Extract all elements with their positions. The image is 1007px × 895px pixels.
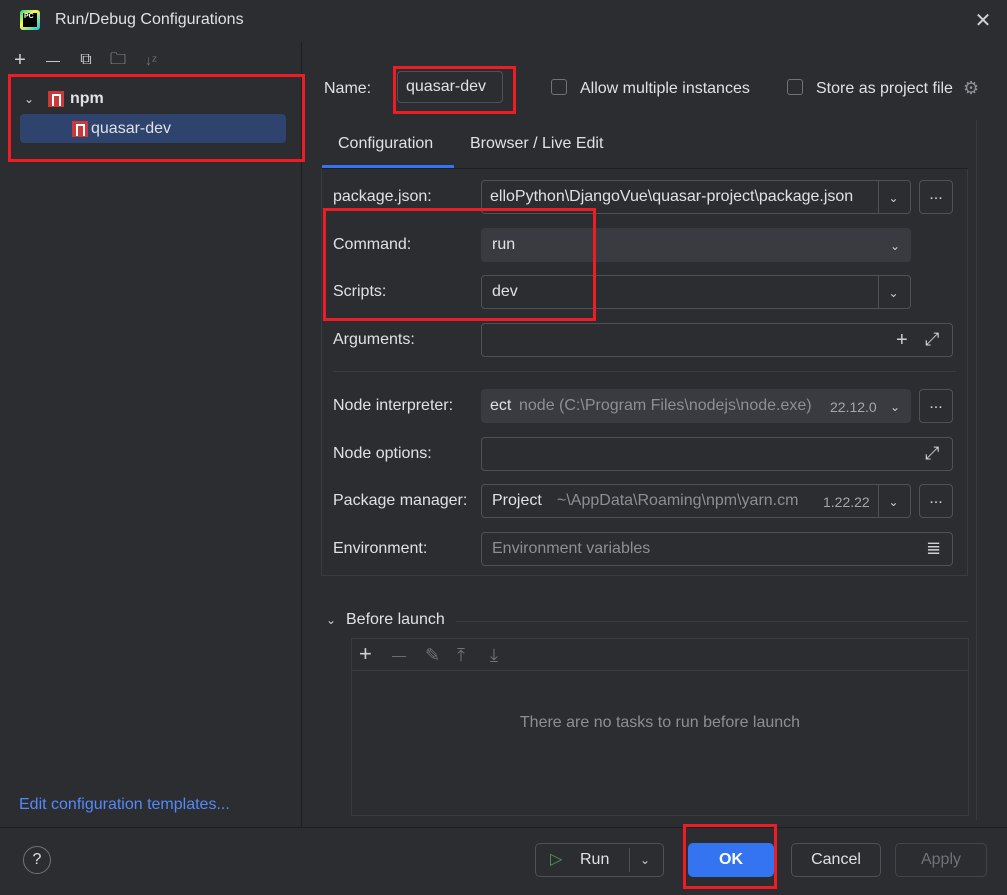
annotation-box-tree xyxy=(8,74,305,162)
package-json-value: elloPython\DjangoVue\quasar-project\pack… xyxy=(490,188,854,205)
store-as-project-label[interactable]: Store as project file xyxy=(816,80,953,98)
before-launch-toolbar-separator xyxy=(352,670,968,671)
package-manager-field[interactable]: Project ~\AppData\Roaming\npm\yarn.cm 1.… xyxy=(481,484,911,518)
package-json-label: package.json: xyxy=(333,188,432,205)
window-title: Run/Debug Configurations xyxy=(55,11,244,28)
name-label: Name: xyxy=(324,80,372,97)
gear-icon[interactable]: ⚙ xyxy=(963,78,983,98)
edit-task-icon[interactable]: ✎ xyxy=(425,645,440,666)
arguments-label: Arguments: xyxy=(333,331,415,348)
node-interpreter-version: 22.12.0 xyxy=(830,399,877,415)
run-button[interactable]: ▷ Run ⌄ xyxy=(535,843,664,877)
expand-icon[interactable]: ⤢ xyxy=(925,443,939,464)
pycharm-icon: PC xyxy=(20,10,40,30)
run-button-separator xyxy=(629,848,630,872)
expand-icon[interactable]: ⤢ xyxy=(925,329,939,350)
package-manager-path: ~\AppData\Roaming\npm\yarn.cm xyxy=(557,492,799,509)
package-manager-version: 1.22.22 xyxy=(823,494,870,510)
move-up-icon[interactable]: ⤒ xyxy=(457,645,465,666)
edit-templates-link[interactable]: Edit configuration templates... xyxy=(19,796,230,814)
cancel-button[interactable]: Cancel xyxy=(791,843,881,877)
allow-multiple-checkbox[interactable] xyxy=(551,79,567,95)
sort-icon[interactable]: ↓ᶻ xyxy=(141,50,161,70)
environment-editor-icon[interactable]: ≣ xyxy=(926,538,941,559)
close-icon[interactable]: ✕ xyxy=(972,10,994,32)
node-interpreter-prefix: ect xyxy=(490,397,512,414)
app-icon-text: PC xyxy=(23,13,37,27)
chevron-down-icon[interactable]: ⌄ xyxy=(878,485,908,517)
chevron-down-icon[interactable]: ⌄ xyxy=(880,390,910,422)
annotation-box-name xyxy=(393,66,516,114)
add-task-icon[interactable]: + xyxy=(359,641,372,667)
run-icon: ▷ xyxy=(550,851,563,868)
remove-task-icon[interactable]: — xyxy=(392,647,406,663)
environment-placeholder: Environment variables xyxy=(492,540,651,557)
chevron-down-icon[interactable]: ⌄ xyxy=(880,229,910,261)
annotation-box-command-scripts xyxy=(323,208,596,321)
scrollbar[interactable] xyxy=(976,120,985,820)
tab-configuration[interactable]: Configuration xyxy=(338,135,433,153)
section-divider xyxy=(333,371,956,372)
package-manager-label: Package manager: xyxy=(333,492,468,509)
remove-configuration-icon[interactable]: — xyxy=(43,50,63,70)
before-launch-label[interactable]: Before launch xyxy=(346,611,445,629)
tab-browser-live-edit[interactable]: Browser / Live Edit xyxy=(470,135,603,153)
node-options-input[interactable]: ⤢ xyxy=(481,437,953,471)
no-tasks-message: There are no tasks to run before launch xyxy=(519,714,801,731)
before-launch-separator xyxy=(456,621,968,622)
node-interpreter-label: Node interpreter: xyxy=(333,397,454,414)
annotation-box-ok xyxy=(683,824,777,889)
chevron-down-icon[interactable]: ⌄ xyxy=(878,276,908,308)
environment-input[interactable]: Environment variables ≣ xyxy=(481,532,953,566)
new-folder-icon[interactable]: 🗀 xyxy=(108,50,128,70)
chevron-down-icon[interactable]: ⌄ xyxy=(640,844,650,876)
node-interpreter-dropdown[interactable]: ect node (C:\Program Files\nodejs\node.e… xyxy=(481,389,911,423)
browse-package-manager-button[interactable]: ... xyxy=(919,484,953,518)
allow-multiple-label[interactable]: Allow multiple instances xyxy=(580,80,750,98)
move-down-icon[interactable]: ⤓ xyxy=(490,645,498,666)
environment-label: Environment: xyxy=(333,540,428,557)
arguments-input[interactable]: + ⤢ xyxy=(481,323,953,357)
run-button-label: Run xyxy=(580,851,610,868)
store-as-project-checkbox[interactable] xyxy=(787,79,803,95)
help-button[interactable]: ? xyxy=(23,846,51,874)
browse-package-json-button[interactable]: ... xyxy=(919,180,953,214)
apply-button[interactable]: Apply xyxy=(895,843,987,877)
copy-configuration-icon[interactable]: ⧉ xyxy=(76,50,96,70)
package-manager-prefix: Project xyxy=(492,492,542,509)
node-options-label: Node options: xyxy=(333,445,432,462)
chevron-down-icon[interactable]: ⌄ xyxy=(326,613,336,627)
add-argument-icon[interactable]: + xyxy=(896,329,908,352)
node-interpreter-path: node (C:\Program Files\nodejs\node.exe) xyxy=(519,397,812,414)
add-configuration-icon[interactable]: + xyxy=(10,50,30,70)
chevron-down-icon[interactable]: ⌄ xyxy=(878,181,908,213)
browse-node-interpreter-button[interactable]: ... xyxy=(919,389,953,423)
